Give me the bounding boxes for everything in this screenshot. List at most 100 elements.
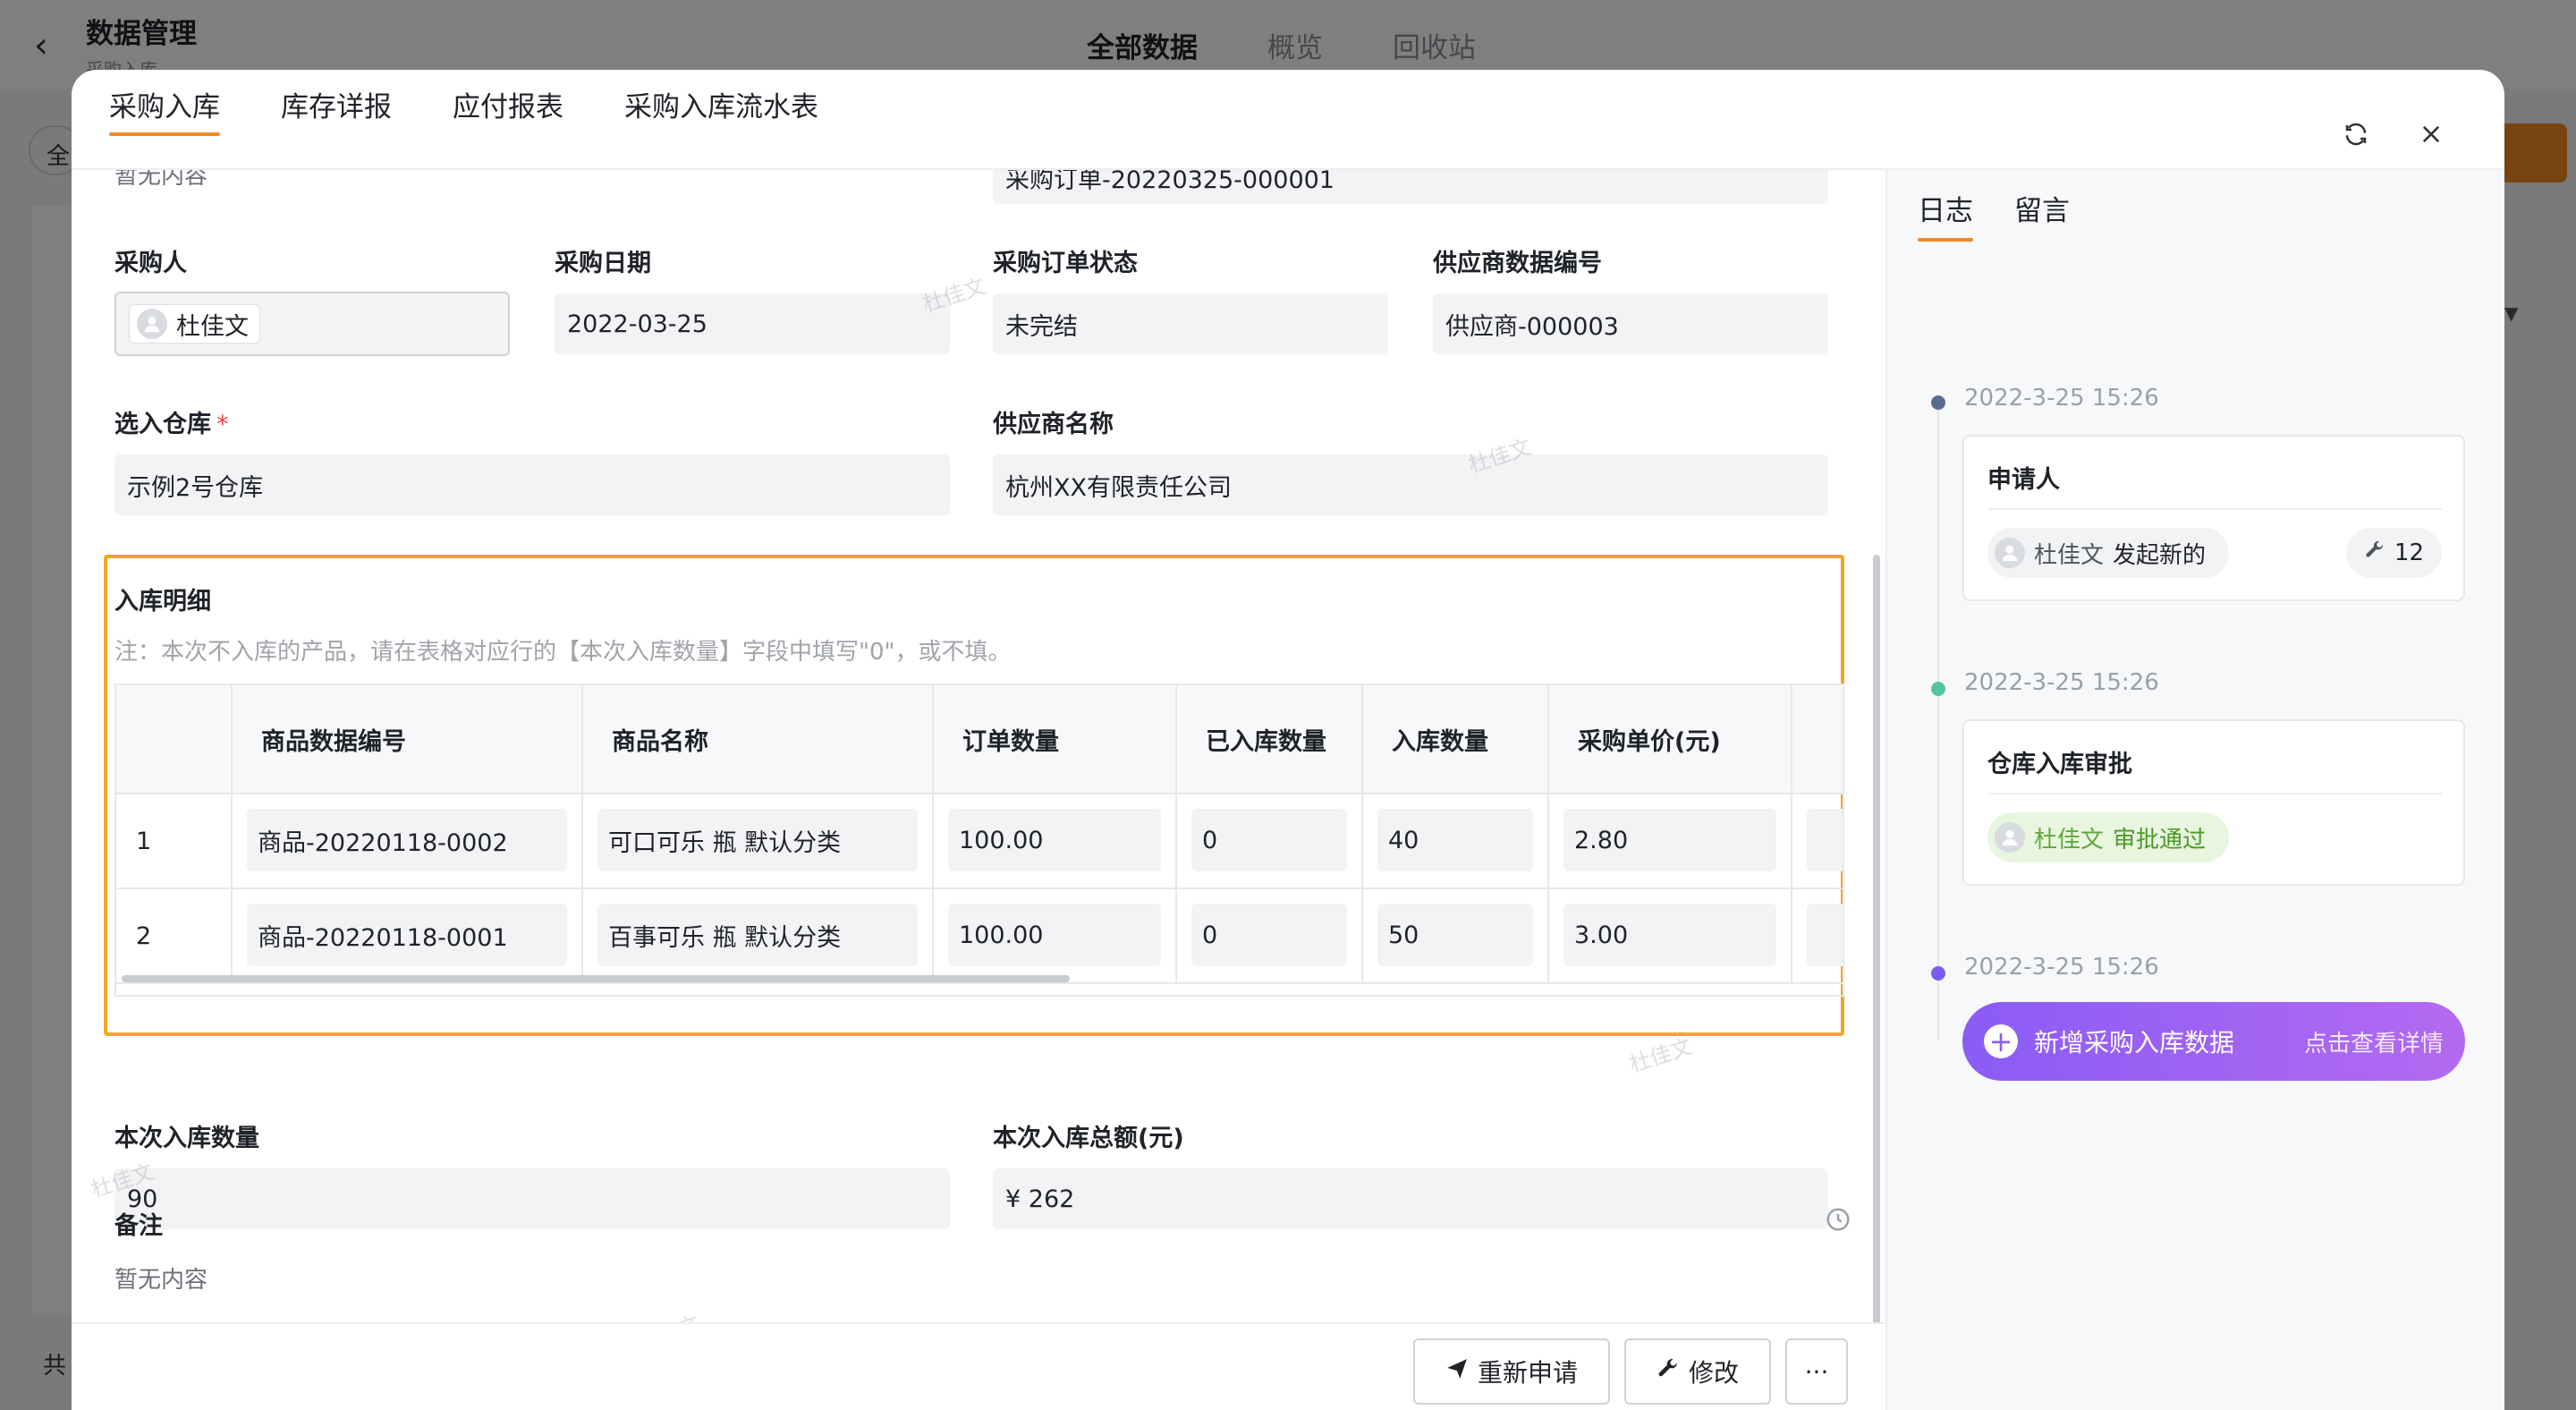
divider — [1987, 793, 2442, 794]
column-header-product-code: 商品数据编号 — [233, 685, 583, 794]
timeline-dot — [1931, 395, 1945, 410]
product-code-value: 商品-20220118-0002 — [247, 809, 567, 871]
column-header-order-qty: 订单数量 — [934, 685, 1177, 794]
modify-button[interactable]: 修改 — [1624, 1338, 1771, 1405]
reapply-button[interactable]: 重新申请 — [1413, 1338, 1610, 1405]
received-qty-value: 0 — [1191, 809, 1347, 871]
avatar — [137, 309, 167, 339]
warehouse-label: 选入仓库 * — [114, 404, 229, 439]
remark-value: 暂无内容 — [114, 1267, 208, 1294]
timeline-time: 2022-3-25 15:26 — [1964, 954, 2159, 981]
supplier-name-label: 供应商名称 — [993, 411, 1114, 438]
avatar — [1995, 822, 2025, 853]
edit-count-badge: 12 — [2345, 528, 2442, 578]
inbound-detail-table: 商品数据编号 商品名称 订单数量 已入库数量 入库数量 采购单价(元) 1 商品… — [114, 684, 1844, 997]
timeline-card-approval: 仓库入库审批 杜佳文 审批通过 — [1962, 719, 2465, 886]
divider — [1987, 508, 2442, 510]
modal-actions — [2336, 115, 2451, 154]
row-cell: 可口可乐 瓶 默认分类 — [583, 794, 934, 889]
refresh-icon[interactable] — [2336, 115, 2376, 154]
column-header-product-name: 商品名称 — [583, 685, 934, 794]
column-header-overflow — [1792, 685, 1843, 794]
received-qty-value: 0 — [1191, 904, 1347, 966]
create-record-card[interactable]: + 新增采购入库数据 点击查看详情 — [1962, 1002, 2465, 1081]
tab-inventory-detail[interactable]: 库存详报 — [281, 70, 392, 136]
edit-count: 12 — [2394, 539, 2424, 566]
history-clock-icon[interactable] — [1825, 1206, 1852, 1236]
column-header-in-qty: 入库数量 — [1363, 685, 1549, 794]
top-field-value: 暂无内容 — [114, 170, 208, 190]
wrench-icon — [2364, 539, 2385, 567]
table-horizontal-scrollbar[interactable] — [122, 975, 1070, 982]
column-header-index — [116, 685, 233, 794]
log-panel: 日志 留言 2022-3-25 15:26 申请人 杜佳文 发起新的 12 20… — [1885, 170, 2504, 1410]
row-cell: 50 — [1363, 889, 1549, 984]
warehouse-label-text: 选入仓库 — [114, 411, 211, 438]
tab-inbound-ledger[interactable]: 采购入库流水表 — [624, 70, 818, 136]
more-button[interactable]: ··· — [1785, 1338, 1848, 1405]
tab-comments[interactable]: 留言 — [2014, 184, 2070, 242]
timeline-dot — [1931, 682, 1945, 696]
inbound-detail-note: 注：本次不入库的产品，请在表格对应行的【本次入库数量】字段中填写"0"，或不填。 — [114, 639, 1012, 666]
tab-payable-report[interactable]: 应付报表 — [453, 70, 564, 136]
column-header-received-qty: 已入库数量 — [1177, 685, 1363, 794]
send-icon — [1445, 1357, 1469, 1387]
row-index: 1 — [116, 794, 233, 889]
purchaser-name: 杜佳文 — [176, 312, 249, 341]
purchaser-field[interactable]: 杜佳文 — [114, 292, 510, 356]
purchaser-chip: 杜佳文 — [129, 304, 260, 344]
column-header-unit-price: 采购单价(元) — [1549, 685, 1792, 794]
view-details-link[interactable]: 点击查看详情 — [2304, 1025, 2444, 1058]
timeline-time: 2022-3-25 15:26 — [1964, 669, 2159, 696]
modal-tab-bar: 采购入库 库存详报 应付报表 采购入库流水表 — [72, 70, 2504, 170]
order-qty-value: 100.00 — [948, 809, 1161, 871]
row-cell: 商品-20220118-0001 — [233, 889, 583, 984]
wrench-icon — [1657, 1357, 1680, 1387]
warehouse-field[interactable]: 示例2号仓库 — [114, 454, 950, 515]
create-record-label: 新增采购入库数据 — [2034, 1028, 2235, 1058]
tab-purchase-inbound[interactable]: 采购入库 — [109, 70, 220, 136]
modify-label: 修改 — [1688, 1358, 1739, 1388]
order-status-field: 未完结 — [993, 293, 1388, 354]
supplier-code-label: 供应商数据编号 — [1433, 250, 1602, 277]
row-cell-overflow — [1792, 889, 1843, 984]
close-icon[interactable] — [2411, 115, 2451, 154]
in-qty-value: 50 — [1377, 904, 1533, 966]
in-qty-value: 40 — [1377, 809, 1533, 871]
row-cell-overflow — [1792, 794, 1843, 889]
row-cell: 40 — [1363, 794, 1549, 889]
this-qty-label: 本次入库数量 — [114, 1125, 259, 1152]
unit-price-value: 3.00 — [1563, 904, 1776, 966]
watermark: 杜佳文 — [1626, 1033, 1696, 1078]
order-qty-value: 100.00 — [948, 904, 1161, 966]
supplier-code-field: 供应商-000003 — [1433, 293, 1828, 354]
record-detail-modal: 采购入库 库存详报 应付报表 采购入库流水表 暂无内容 采购订单-2022032… — [72, 70, 2504, 1410]
timeline-time: 2022-3-25 15:26 — [1964, 385, 2159, 412]
purchase-date-label: 采购日期 — [555, 250, 651, 277]
timeline-card-applicant: 申请人 杜佳文 发起新的 12 — [1962, 435, 2465, 601]
row-cell: 100.00 — [934, 794, 1177, 889]
this-qty-field: 90 — [114, 1168, 950, 1229]
remark-label: 备注 — [114, 1212, 163, 1240]
row-cell: 3.00 — [1549, 889, 1792, 984]
form-scrollbar[interactable] — [1873, 555, 1880, 1322]
plus-icon: + — [1984, 1024, 2018, 1058]
row-cell: 0 — [1177, 889, 1363, 984]
reapply-label: 重新申请 — [1477, 1358, 1578, 1388]
modal-footer: 重新申请 修改 ··· — [72, 1322, 1885, 1410]
row-cell: 2.80 — [1549, 794, 1792, 889]
this-amount-label: 本次入库总额(元) — [993, 1125, 1184, 1152]
watermark: 杜佳文 — [631, 1306, 702, 1322]
user-action-chip: 杜佳文 审批通过 — [1987, 812, 2230, 862]
this-amount-field: ¥ 262 — [993, 1168, 1828, 1229]
overflow-value — [1807, 809, 1843, 871]
unit-price-value: 2.80 — [1563, 809, 1776, 871]
avatar — [1995, 538, 2025, 568]
purchaser-label: 采购人 — [114, 250, 187, 277]
user-name: 杜佳文 — [2034, 826, 2105, 854]
inbound-detail-title: 入库明细 — [114, 588, 211, 616]
product-name-value: 百事可乐 瓶 默认分类 — [597, 904, 918, 966]
tab-log[interactable]: 日志 — [1918, 184, 1973, 242]
overflow-value — [1807, 904, 1843, 966]
row-index: 2 — [116, 889, 233, 984]
